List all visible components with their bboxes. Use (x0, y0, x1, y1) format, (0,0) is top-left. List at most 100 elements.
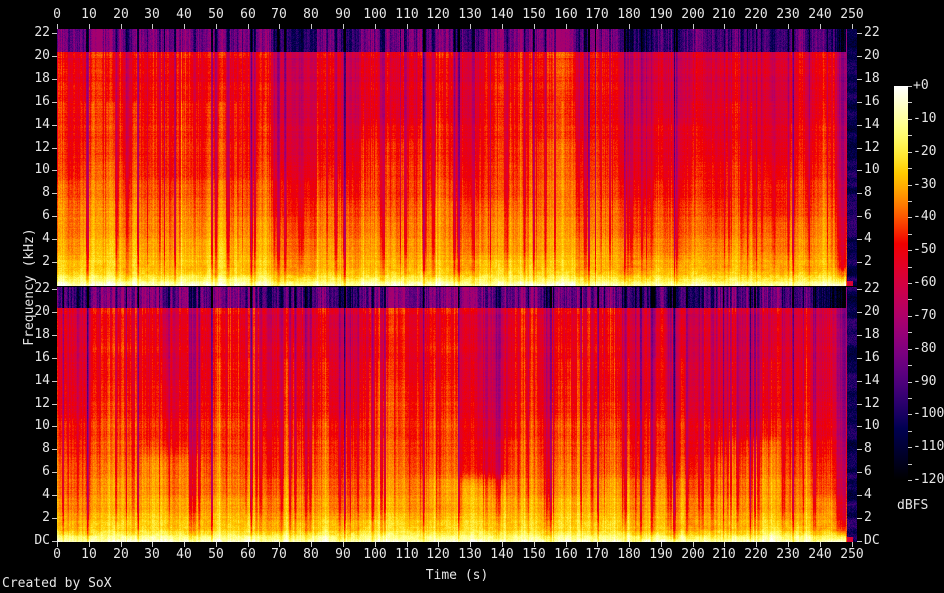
colorbar-unit-label: dBFS (897, 498, 929, 513)
time-tick-top (248, 24, 249, 29)
colorbar-tick (908, 119, 912, 120)
freq-tick-label-left: 12 (34, 396, 50, 411)
colorbar-tick-label: -120 (913, 472, 944, 487)
time-tick-label-bottom: 110 (395, 547, 419, 562)
freq-tick-label-left: 14 (34, 373, 50, 388)
colorbar-tick (908, 86, 912, 87)
time-tick-label-bottom: 100 (363, 547, 387, 562)
time-tick-top (534, 24, 535, 29)
freq-tick-label-right: 16 (864, 94, 880, 109)
time-tick-label-top: 90 (335, 7, 351, 22)
freq-tick-left (52, 404, 57, 405)
time-tick-label-top: 20 (113, 7, 129, 22)
freq-tick-label-left: 2 (42, 510, 50, 525)
freq-tick-label-right: 4 (864, 487, 872, 502)
colorbar-tick-label: -40 (913, 209, 937, 225)
freq-tick-right (857, 102, 862, 103)
freq-tick-label-left: DC (34, 533, 50, 548)
freq-tick-label-left: 22 (34, 25, 50, 40)
freq-tick-left (52, 312, 57, 313)
colorbar-tick-label: -50 (913, 242, 937, 258)
time-tick-label-bottom: 20 (113, 547, 129, 562)
credit-text: Created by SoX (2, 576, 112, 591)
freq-tick-right (857, 381, 862, 382)
freq-tick-right (857, 170, 862, 171)
time-tick-label-top: 210 (712, 7, 736, 22)
colorbar-tick (908, 152, 912, 153)
time-tick-label-bottom: 0 (53, 547, 61, 562)
colorbar-tick (908, 349, 912, 350)
time-tick-label-top: 40 (176, 7, 192, 22)
colorbar-tick (908, 382, 912, 383)
time-tick-label-top: 100 (363, 7, 387, 22)
freq-tick-left (52, 495, 57, 496)
colorbar-tick (908, 217, 912, 218)
colorbar-tick (908, 480, 912, 481)
freq-tick-label-right: 14 (864, 373, 880, 388)
freq-tick-left (52, 426, 57, 427)
freq-tick-left (52, 193, 57, 194)
freq-tick-label-left: 2 (42, 254, 50, 269)
time-tick-label-top: 140 (490, 7, 514, 22)
time-tick-label-bottom: 70 (271, 547, 287, 562)
time-tick-label-top: 120 (426, 7, 450, 22)
freq-tick-left (52, 262, 57, 263)
time-tick-top (756, 24, 757, 29)
time-tick-top (57, 24, 58, 29)
freq-tick-label-right: 2 (864, 254, 872, 269)
time-tick-top (438, 24, 439, 29)
time-tick-label-bottom: 10 (81, 547, 97, 562)
sox-spectrogram-window: Frequency (kHz) Time (s) dBFS Created by… (0, 0, 944, 593)
colorbar-gradient (894, 86, 908, 480)
freq-tick-right (857, 33, 862, 34)
freq-tick-label-right: DC (864, 533, 880, 548)
time-tick-top (216, 24, 217, 29)
time-tick-top (629, 24, 630, 29)
freq-tick-right (857, 335, 862, 336)
colorbar-tick-label: +0 (913, 78, 929, 93)
freq-tick-left (52, 56, 57, 57)
freq-tick-left (52, 33, 57, 34)
time-tick-label-top: 160 (554, 7, 578, 22)
freq-tick-label-right: 18 (864, 71, 880, 86)
time-axis-title: Time (s) (425, 568, 489, 583)
freq-tick-label-left: 10 (34, 162, 50, 177)
time-tick-label-top: 150 (522, 7, 546, 22)
colorbar-tick (908, 283, 912, 284)
freq-tick-label-left: 16 (34, 350, 50, 365)
freq-tick-left (52, 102, 57, 103)
freq-tick-label-right: 10 (864, 162, 880, 177)
time-tick-label-top: 110 (395, 7, 419, 22)
freq-tick-left (52, 472, 57, 473)
time-tick-label-bottom: 250 (840, 547, 864, 562)
colorbar-tick (908, 267, 912, 268)
colorbar-tick (908, 234, 912, 235)
freq-tick-left (52, 381, 57, 382)
colorbar-tick-label: -80 (913, 340, 937, 356)
freq-tick-right (857, 358, 862, 359)
freq-tick-label-left: 4 (42, 231, 50, 246)
time-tick-label-top: 50 (208, 7, 224, 22)
time-tick-label-top: 250 (840, 7, 864, 22)
freq-tick-label-right: 2 (864, 510, 872, 525)
freq-tick-right (857, 312, 862, 313)
time-tick-label-bottom: 220 (744, 547, 768, 562)
freq-tick-left (52, 148, 57, 149)
time-tick-label-top: 80 (303, 7, 319, 22)
freq-tick-left (52, 289, 57, 290)
freq-tick-right (857, 193, 862, 194)
freq-tick-right (857, 148, 862, 149)
freq-tick-label-right: 6 (864, 208, 872, 223)
time-tick-label-top: 30 (144, 7, 160, 22)
colorbar-tick (908, 447, 912, 448)
time-tick-label-top: 0 (53, 7, 61, 22)
freq-tick-right (857, 239, 862, 240)
time-tick-label-top: 180 (617, 7, 641, 22)
spectrogram-channel-2 (57, 287, 857, 542)
freq-tick-label-left: 6 (42, 208, 50, 223)
colorbar-tick (908, 250, 912, 251)
time-tick-label-top: 10 (81, 7, 97, 22)
time-tick-top (343, 24, 344, 29)
colorbar-tick-label: -20 (913, 143, 937, 159)
colorbar-tick (908, 414, 912, 415)
